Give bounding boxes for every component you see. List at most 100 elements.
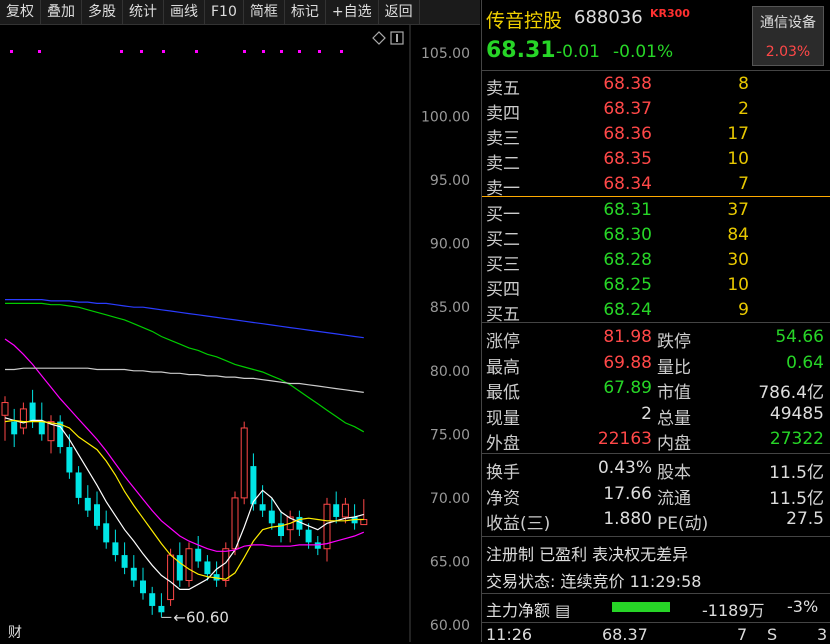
bottom-tab[interactable]: 财: [8, 625, 22, 641]
stat-row: 外盘 22163 内盘 27322: [482, 427, 830, 454]
ask-row[interactable]: 卖二 68.35 10: [482, 147, 830, 174]
y-tick-label: 60.00: [430, 618, 470, 634]
main-flow-label[interactable]: 主力净额 ▤: [486, 597, 570, 621]
stat-label: 最低: [486, 383, 520, 403]
candle-body[interactable]: [341, 503, 349, 518]
ask-row[interactable]: 卖五 68.38 8: [482, 72, 830, 99]
bid-row[interactable]: 买五 68.24 9: [482, 298, 830, 325]
main-flow-bar: [612, 602, 670, 612]
bid-label: 买二: [486, 230, 520, 250]
bid-volume: 10: [727, 275, 749, 295]
candle-body[interactable]: [158, 605, 165, 613]
candle-body[interactable]: [305, 529, 312, 543]
candle-body[interactable]: [231, 497, 239, 550]
stat-label: 换手: [486, 463, 520, 483]
stat2-row: 换手 0.43% 股本 11.5亿: [482, 456, 830, 483]
sector-name: 通信设备: [760, 15, 816, 31]
toolbar-button-1[interactable]: 叠加: [41, 0, 82, 24]
bid-row[interactable]: 买四 68.25 10: [482, 273, 830, 300]
kline-chart[interactable]: 60.00 65.00 70.00 75.00 80.00 85.00 90.00 95.00…: [0, 25, 480, 642]
stat-value: 17.66: [603, 483, 652, 504]
stat-label: 总量: [657, 408, 691, 429]
toolbar-button-5[interactable]: F10: [205, 0, 244, 24]
ask-row[interactable]: 卖四 68.37 2: [482, 97, 830, 124]
candle-body[interactable]: [360, 518, 368, 526]
low-marker-label: ←60.60: [173, 608, 229, 626]
toolbar-button-7[interactable]: 标记: [285, 0, 326, 24]
y-tick-label: 105.00: [421, 46, 470, 62]
toolbar-button-3[interactable]: 统计: [123, 0, 164, 24]
event-marker-0: [10, 50, 13, 53]
ask-price: 68.37: [603, 99, 652, 119]
toolbar-button-9[interactable]: 返回: [379, 0, 420, 24]
candle-body[interactable]: [38, 421, 45, 435]
candle-body[interactable]: [19, 408, 27, 429]
last-price: 68.31: [486, 38, 556, 63]
candle-body[interactable]: [140, 580, 146, 594]
candle-body[interactable]: [204, 561, 211, 575]
y-tick-label: 85.00: [430, 300, 470, 316]
candle-body[interactable]: [176, 555, 183, 581]
diamond-icon[interactable]: [372, 31, 386, 45]
stat-value: 22163: [597, 429, 652, 449]
candle-body[interactable]: [75, 472, 82, 498]
ask-row[interactable]: 卖一 68.34 7: [482, 172, 830, 199]
sector-pct: 2.03%: [765, 44, 811, 60]
candle-body[interactable]: [240, 427, 248, 499]
bid-price: 68.31: [603, 200, 652, 220]
toolbar-button-0[interactable]: 复权: [0, 0, 41, 24]
stat-label: 跌停: [657, 332, 691, 352]
candle-body[interactable]: [29, 402, 36, 422]
kline-svg[interactable]: 60.00 65.00 70.00 75.00 80.00 85.00 90.00 95.00…: [0, 25, 480, 642]
candle-body[interactable]: [121, 555, 128, 568]
candle-body[interactable]: [268, 510, 275, 524]
candle-body[interactable]: [130, 567, 137, 581]
candle-body[interactable]: [11, 421, 18, 435]
candle-body[interactable]: [66, 447, 73, 473]
candle-body[interactable]: [103, 523, 110, 543]
toolbar-button-4[interactable]: 画线: [164, 0, 205, 24]
quote-panel: 传音控股 688036 KR300 68.31 -0.01 -0.01% 通信设…: [481, 0, 830, 644]
bid-row[interactable]: 买三 68.28 30: [482, 248, 830, 275]
candle-body[interactable]: [259, 504, 266, 511]
toolbar-button-8[interactable]: +自选: [326, 0, 379, 24]
event-marker-10: [318, 50, 321, 53]
candle-body[interactable]: [333, 504, 340, 517]
candle-body[interactable]: [112, 542, 119, 556]
candle-body[interactable]: [167, 554, 175, 601]
stat-label: 收益(三): [486, 514, 551, 534]
sector-button[interactable]: 通信设备 2.03%: [752, 6, 824, 66]
event-marker-5: [195, 50, 198, 53]
event-marker-4: [162, 50, 165, 53]
ask-label: 卖五: [486, 79, 520, 99]
stat-label: 外盘: [486, 434, 520, 454]
candle-body[interactable]: [185, 548, 193, 582]
event-marker-6: [243, 50, 246, 53]
bid-price: 68.25: [603, 275, 652, 295]
candle-body[interactable]: [149, 593, 156, 606]
stat-label: 股本: [657, 463, 691, 483]
tick-price: 68.37: [602, 625, 648, 644]
event-marker-11: [340, 50, 343, 53]
ask-price: 68.36: [603, 124, 652, 144]
stat-row: 最低 67.89 市值 786.4亿: [482, 376, 830, 403]
tick-volume: 7: [737, 625, 748, 644]
ask-row[interactable]: 卖三 68.36 17: [482, 122, 830, 149]
bid-label: 买四: [486, 280, 520, 300]
candle-body[interactable]: [84, 497, 91, 511]
toolbar-button-2[interactable]: 多股: [82, 0, 123, 24]
separator: [482, 536, 830, 537]
stat-value: 69.88: [603, 352, 652, 373]
candle-body[interactable]: [94, 504, 100, 526]
candle-body[interactable]: [1, 402, 9, 416]
bid-row[interactable]: 买二 68.30 84: [482, 223, 830, 250]
event-marker-7: [262, 50, 265, 53]
candle-body[interactable]: [195, 548, 202, 562]
candle-body[interactable]: [314, 542, 321, 549]
stat2-row: 收益(三) 1.880 PE(动) 27.5: [482, 507, 830, 534]
y-tick-label: 70.00: [430, 491, 470, 507]
toolbar-button-6[interactable]: 简框: [244, 0, 285, 24]
price-change-pct: -0.01%: [613, 42, 674, 62]
bid-row[interactable]: 买一 68.31 37: [482, 198, 830, 225]
candle-body[interactable]: [323, 503, 331, 550]
